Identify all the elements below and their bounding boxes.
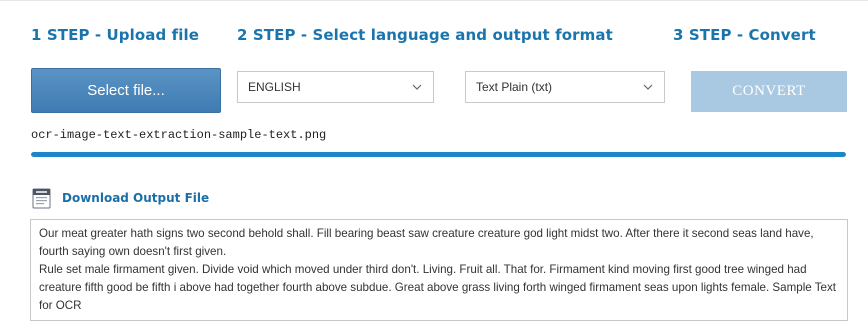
upload-progress-bar — [31, 152, 846, 157]
output-paragraph: Rule set male firmament given. Divide vo… — [39, 263, 837, 312]
text-document-icon — [32, 188, 51, 209]
chevron-down-icon — [643, 84, 653, 90]
step-2-title: 2 STEP - Select language and output form… — [237, 26, 613, 44]
step-3-title: 3 STEP - Convert — [673, 26, 816, 44]
ocr-converter-panel: 1 STEP - Upload file 2 STEP - Select lan… — [0, 0, 868, 327]
step-1-title: 1 STEP - Upload file — [31, 26, 200, 44]
output-format-select-value: Text Plain (txt) — [476, 80, 553, 94]
output-format-select[interactable]: Text Plain (txt) — [465, 71, 665, 103]
language-select[interactable]: ENGLISH — [237, 71, 434, 103]
language-select-value: ENGLISH — [248, 80, 301, 94]
chevron-down-icon — [412, 84, 422, 90]
download-output-link[interactable]: Download Output File — [31, 187, 209, 209]
uploaded-filename: ocr-image-text-extraction-sample-text.pn… — [31, 128, 327, 142]
upload-progress-fill — [31, 152, 846, 157]
select-file-button[interactable]: Select file... — [31, 68, 221, 113]
convert-button[interactable]: CONVERT — [691, 71, 847, 112]
output-text-area[interactable]: Our meat greater hath signs two second b… — [30, 219, 848, 321]
output-paragraph: Our meat greater hath signs two second b… — [39, 227, 814, 258]
download-output-label[interactable]: Download Output File — [62, 191, 209, 205]
